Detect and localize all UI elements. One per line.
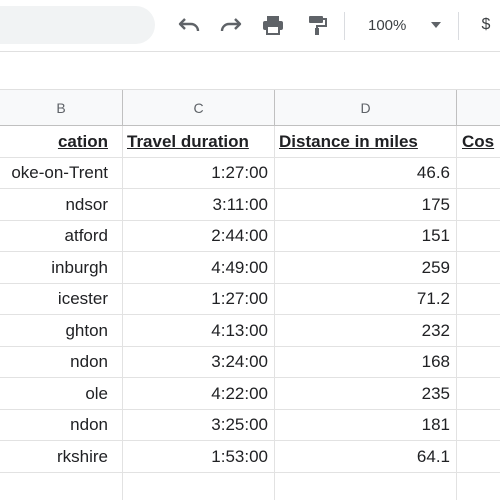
- search-menus-input[interactable]: [0, 6, 155, 44]
- table-row: [0, 472, 500, 500]
- cost-cell[interactable]: [457, 473, 500, 500]
- cost-cell[interactable]: [457, 284, 500, 316]
- table-header-row: cation Travel duration Distance in miles…: [0, 126, 500, 158]
- toolbar: 100% $: [0, 0, 500, 52]
- duration-cell[interactable]: 4:22:00: [123, 378, 275, 410]
- currency-format-button[interactable]: $: [476, 10, 496, 40]
- cell[interactable]: Distance in miles: [275, 126, 457, 158]
- duration-cell[interactable]: 1:27:00: [123, 157, 275, 189]
- table-row: ndsor 3:11:00 175: [0, 189, 500, 221]
- table-row: ndon 3:24:00 168: [0, 346, 500, 379]
- zoom-value: 100%: [368, 16, 407, 34]
- duration-cell[interactable]: 1:27:00: [123, 283, 275, 315]
- distance-cell[interactable]: 259: [275, 252, 457, 284]
- column-header-d[interactable]: D: [275, 90, 457, 126]
- distance-cell[interactable]: 175: [275, 189, 457, 221]
- toolbar-divider: [344, 12, 345, 40]
- table-row: icester 1:27:00 71.2: [0, 283, 500, 316]
- distance-cell[interactable]: [275, 472, 457, 500]
- formula-bar[interactable]: [0, 52, 500, 90]
- duration-cell[interactable]: 3:25:00: [123, 409, 275, 441]
- table-row: atford 2:44:00 151: [0, 220, 500, 253]
- cost-header: Cos: [462, 131, 495, 151]
- location-cell[interactable]: ndsor: [0, 189, 123, 221]
- paint-format-icon[interactable]: [302, 10, 332, 40]
- distance-cell[interactable]: 235: [275, 378, 457, 410]
- distance-cell[interactable]: 151: [275, 220, 457, 252]
- print-icon[interactable]: [258, 10, 288, 40]
- location-cell[interactable]: [0, 472, 123, 500]
- column-header-e[interactable]: [457, 90, 500, 126]
- cost-cell[interactable]: [457, 410, 500, 442]
- table-row: oke-on-Trent 1:27:00 46.6: [0, 157, 500, 190]
- location-cell[interactable]: inburgh: [0, 252, 123, 284]
- zoom-select[interactable]: 100%: [360, 10, 448, 40]
- location-cell[interactable]: oke-on-Trent: [0, 157, 123, 189]
- cost-cell[interactable]: [457, 315, 500, 347]
- chevron-down-icon: [431, 22, 441, 28]
- cost-cell[interactable]: [457, 189, 500, 221]
- duration-cell[interactable]: 3:11:00: [123, 189, 275, 221]
- distance-cell[interactable]: 46.6: [275, 157, 457, 189]
- spreadsheet-grid: B C D cation Travel duration Distance in…: [0, 90, 500, 500]
- duration-header: Travel duration: [127, 131, 249, 151]
- cost-cell[interactable]: [457, 441, 500, 473]
- distance-cell[interactable]: 168: [275, 346, 457, 378]
- location-header: cation: [57, 131, 108, 151]
- duration-cell[interactable]: 4:13:00: [123, 315, 275, 347]
- location-cell[interactable]: ndon: [0, 409, 123, 441]
- cost-cell[interactable]: [457, 252, 500, 284]
- undo-icon[interactable]: [174, 10, 204, 40]
- table-row: ndon 3:25:00 181: [0, 409, 500, 442]
- table-row: ole 4:22:00 235: [0, 378, 500, 410]
- column-header-row: B C D: [0, 90, 500, 126]
- cost-cell[interactable]: [457, 158, 500, 190]
- table-row: ghton 4:13:00 232: [0, 315, 500, 347]
- duration-cell[interactable]: 3:24:00: [123, 346, 275, 378]
- distance-header: Distance in miles: [279, 131, 418, 151]
- distance-cell[interactable]: 181: [275, 409, 457, 441]
- location-cell[interactable]: ole: [0, 378, 123, 410]
- duration-cell[interactable]: [123, 472, 275, 500]
- column-header-c[interactable]: C: [123, 90, 275, 126]
- table-row: inburgh 4:49:00 259: [0, 252, 500, 284]
- cell[interactable]: Cos: [457, 126, 500, 158]
- cost-cell[interactable]: [457, 347, 500, 379]
- column-header-b[interactable]: B: [0, 90, 123, 126]
- distance-cell[interactable]: 232: [275, 315, 457, 347]
- distance-cell[interactable]: 64.1: [275, 441, 457, 473]
- duration-cell[interactable]: 2:44:00: [123, 220, 275, 252]
- location-cell[interactable]: rkshire: [0, 441, 123, 473]
- location-cell[interactable]: ghton: [0, 315, 123, 347]
- cell[interactable]: Travel duration: [123, 126, 275, 158]
- duration-cell[interactable]: 1:53:00: [123, 441, 275, 473]
- cell[interactable]: cation: [0, 126, 123, 158]
- cost-cell[interactable]: [457, 221, 500, 253]
- cost-cell[interactable]: [457, 378, 500, 410]
- toolbar-divider: [458, 12, 459, 40]
- duration-cell[interactable]: 4:49:00: [123, 252, 275, 284]
- distance-cell[interactable]: 71.2: [275, 283, 457, 315]
- redo-icon[interactable]: [216, 10, 246, 40]
- location-cell[interactable]: ndon: [0, 346, 123, 378]
- location-cell[interactable]: atford: [0, 220, 123, 252]
- table-row: rkshire 1:53:00 64.1: [0, 441, 500, 473]
- location-cell[interactable]: icester: [0, 283, 123, 315]
